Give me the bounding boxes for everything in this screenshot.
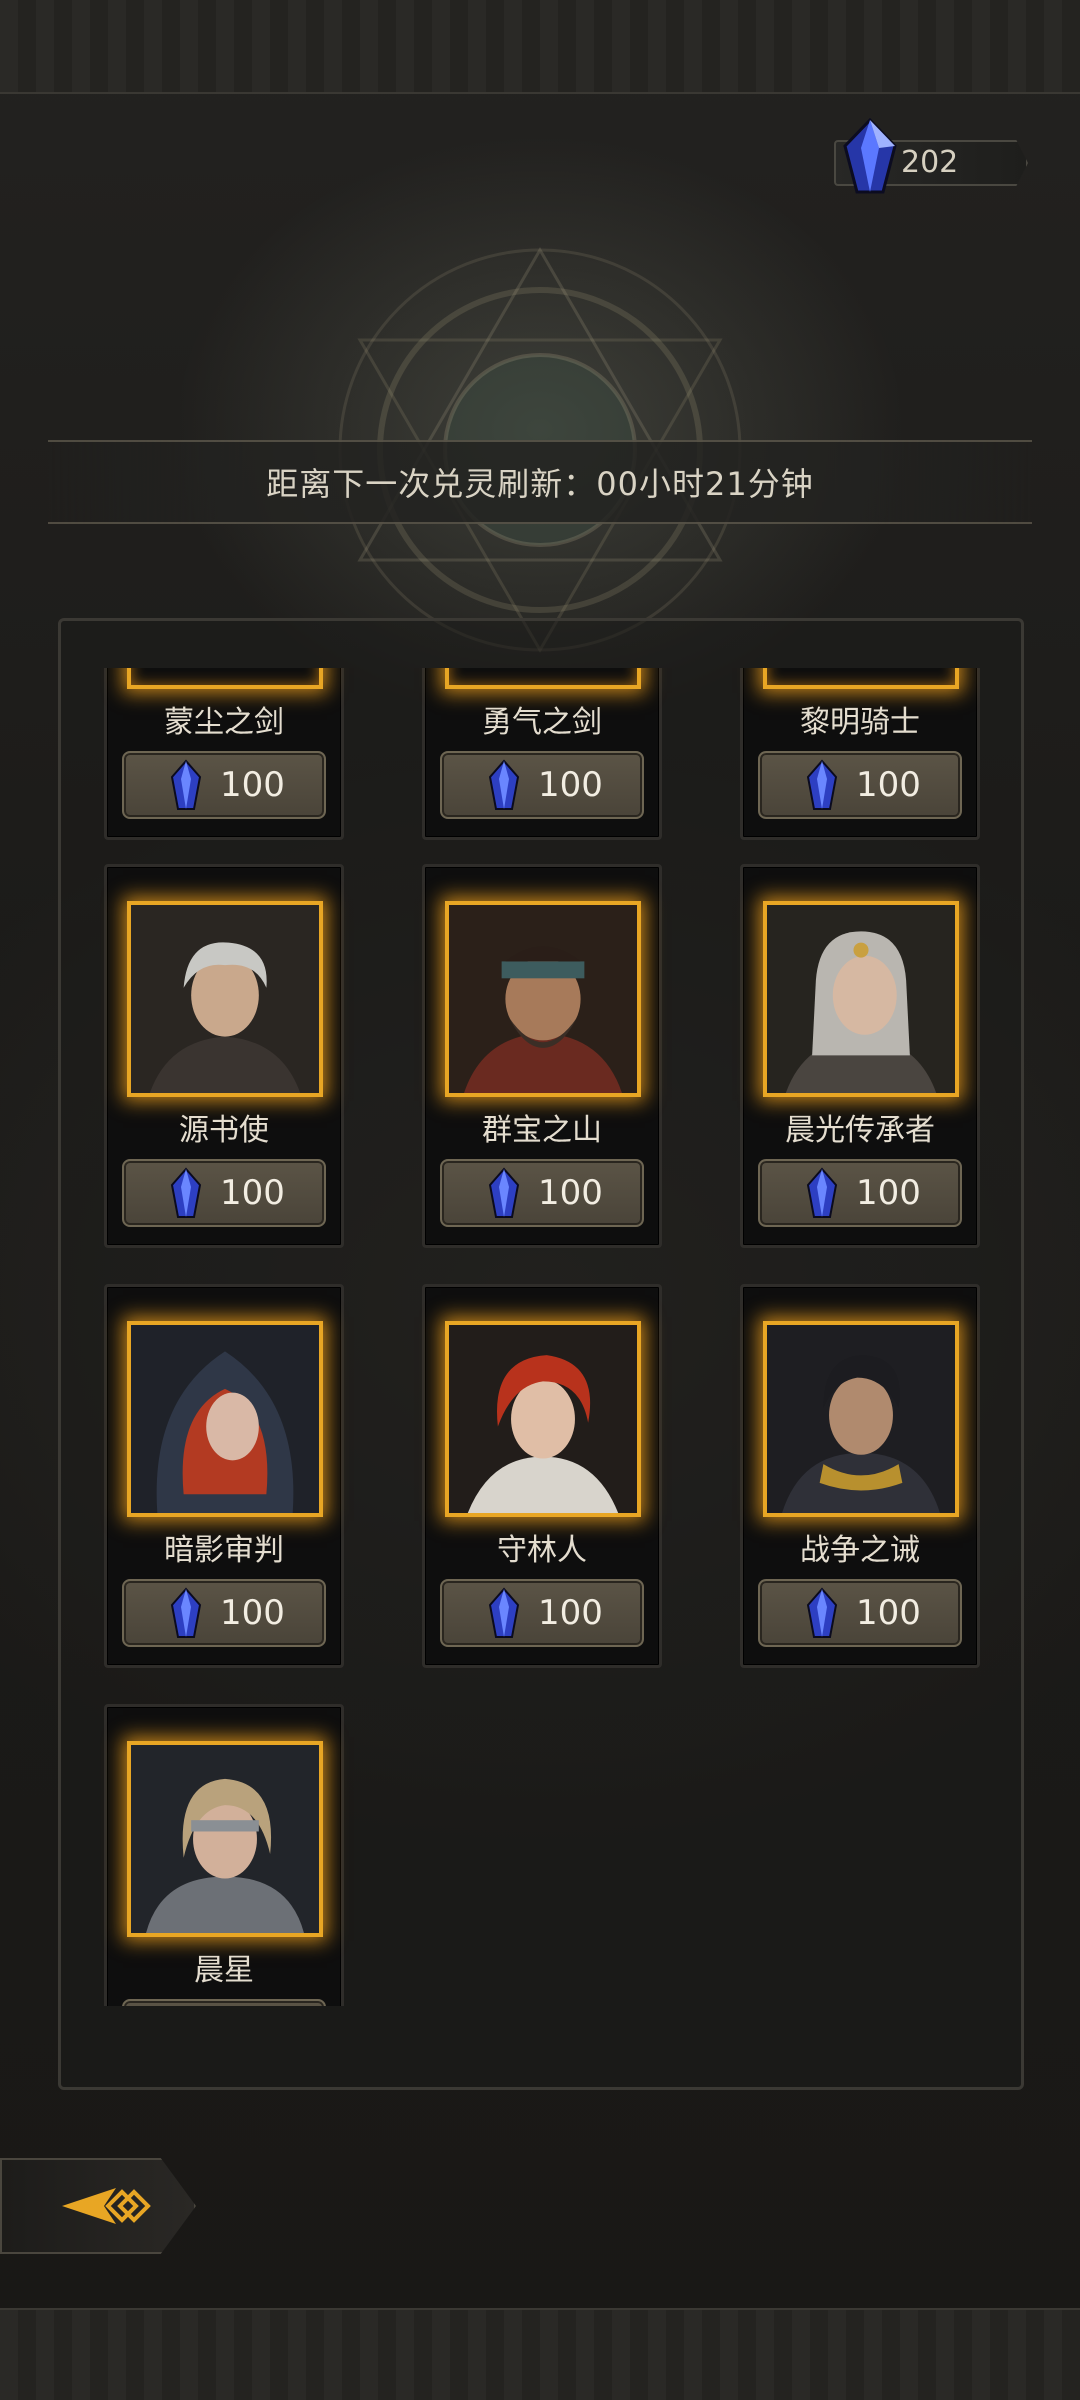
blue-crystal-icon <box>488 759 520 810</box>
character-portrait <box>767 905 955 1093</box>
card-name: 源书使 <box>179 1113 269 1148</box>
price-value: 100 <box>538 765 603 805</box>
card-name: 群宝之山 <box>482 1113 602 1148</box>
buy-button[interactable]: 100 <box>122 1579 326 1647</box>
blue-crystal-icon <box>843 118 897 194</box>
spirit-card[interactable]: 晨星 100 <box>104 1704 344 2006</box>
card-grid[interactable]: 蒙尘之剑 100 勇气之剑 100 黎明骑士 100 源书使 100 群宝之山 … <box>100 668 980 2006</box>
spirit-card[interactable]: 守林人 100 <box>422 1284 662 1668</box>
spirit-card[interactable]: 蒙尘之剑 100 <box>104 668 344 840</box>
character-portrait <box>131 1325 319 1513</box>
character-portrait <box>131 905 319 1093</box>
portrait <box>445 668 641 689</box>
refresh-timer-banner: 距离下一次兑灵刷新：00小时21分钟 <box>48 440 1032 524</box>
portrait <box>763 668 959 689</box>
spirit-card[interactable]: 暗影审判 100 <box>104 1284 344 1668</box>
card-name: 暗影审判 <box>164 1533 284 1568</box>
price-value: 100 <box>856 1173 921 1213</box>
spirit-card[interactable]: 群宝之山 100 <box>422 864 662 1248</box>
price-value: 100 <box>856 765 921 805</box>
portrait <box>763 901 959 1097</box>
spirit-card[interactable]: 战争之诫 100 <box>740 1284 980 1668</box>
blue-crystal-icon <box>806 1167 838 1218</box>
card-name: 战争之诫 <box>800 1533 920 1568</box>
refresh-timer-text: 距离下一次兑灵刷新：00小时21分钟 <box>266 465 814 503</box>
blue-crystal-icon <box>806 1587 838 1638</box>
buy-button[interactable]: 100 <box>122 1999 326 2006</box>
buy-button[interactable]: 100 <box>122 751 326 819</box>
buy-button[interactable]: 100 <box>440 1159 644 1227</box>
spirit-card[interactable]: 源书使 100 <box>104 864 344 1248</box>
card-name: 晨星 <box>194 1953 254 1988</box>
back-arrow-icon <box>62 2188 151 2224</box>
buy-button[interactable]: 100 <box>758 1159 962 1227</box>
buy-button[interactable]: 100 <box>758 751 962 819</box>
price-value: 100 <box>220 1173 285 1213</box>
card-name: 蒙尘之剑 <box>164 705 284 740</box>
spirit-card[interactable]: 勇气之剑 100 <box>422 668 662 840</box>
card-name: 勇气之剑 <box>482 705 602 740</box>
card-name: 守林人 <box>497 1533 587 1568</box>
price-value: 100 <box>856 1593 921 1633</box>
blue-crystal-icon <box>488 1587 520 1638</box>
top-frame <box>0 0 1080 94</box>
blue-crystal-icon <box>170 759 202 810</box>
price-value: 100 <box>220 1593 285 1633</box>
portrait <box>763 1321 959 1517</box>
portrait <box>445 1321 641 1517</box>
portrait <box>127 1321 323 1517</box>
price-value: 100 <box>538 1173 603 1213</box>
blue-crystal-icon <box>170 1167 202 1218</box>
card-name: 晨光传承者 <box>785 1113 935 1148</box>
buy-button[interactable]: 100 <box>440 751 644 819</box>
card-name: 黎明骑士 <box>800 705 920 740</box>
character-portrait <box>131 1745 319 1933</box>
character-portrait <box>449 1325 637 1513</box>
blue-crystal-icon <box>170 1587 202 1638</box>
portrait <box>445 901 641 1097</box>
blue-crystal-icon <box>806 759 838 810</box>
buy-button[interactable]: 100 <box>122 1159 326 1227</box>
portrait <box>127 901 323 1097</box>
currency-value: 202 <box>901 145 959 180</box>
blue-crystal-icon <box>488 1167 520 1218</box>
portrait <box>127 668 323 689</box>
price-value: 100 <box>220 765 285 805</box>
bottom-frame <box>0 2308 1080 2400</box>
character-portrait <box>449 905 637 1093</box>
spirit-card[interactable]: 黎明骑士 100 <box>740 668 980 840</box>
buy-button[interactable]: 100 <box>440 1579 644 1647</box>
spirit-card[interactable]: 晨光传承者 100 <box>740 864 980 1248</box>
character-portrait <box>767 1325 955 1513</box>
back-button[interactable] <box>0 2158 196 2254</box>
portrait <box>127 1741 323 1937</box>
price-value: 100 <box>538 1593 603 1633</box>
buy-button[interactable]: 100 <box>758 1579 962 1647</box>
